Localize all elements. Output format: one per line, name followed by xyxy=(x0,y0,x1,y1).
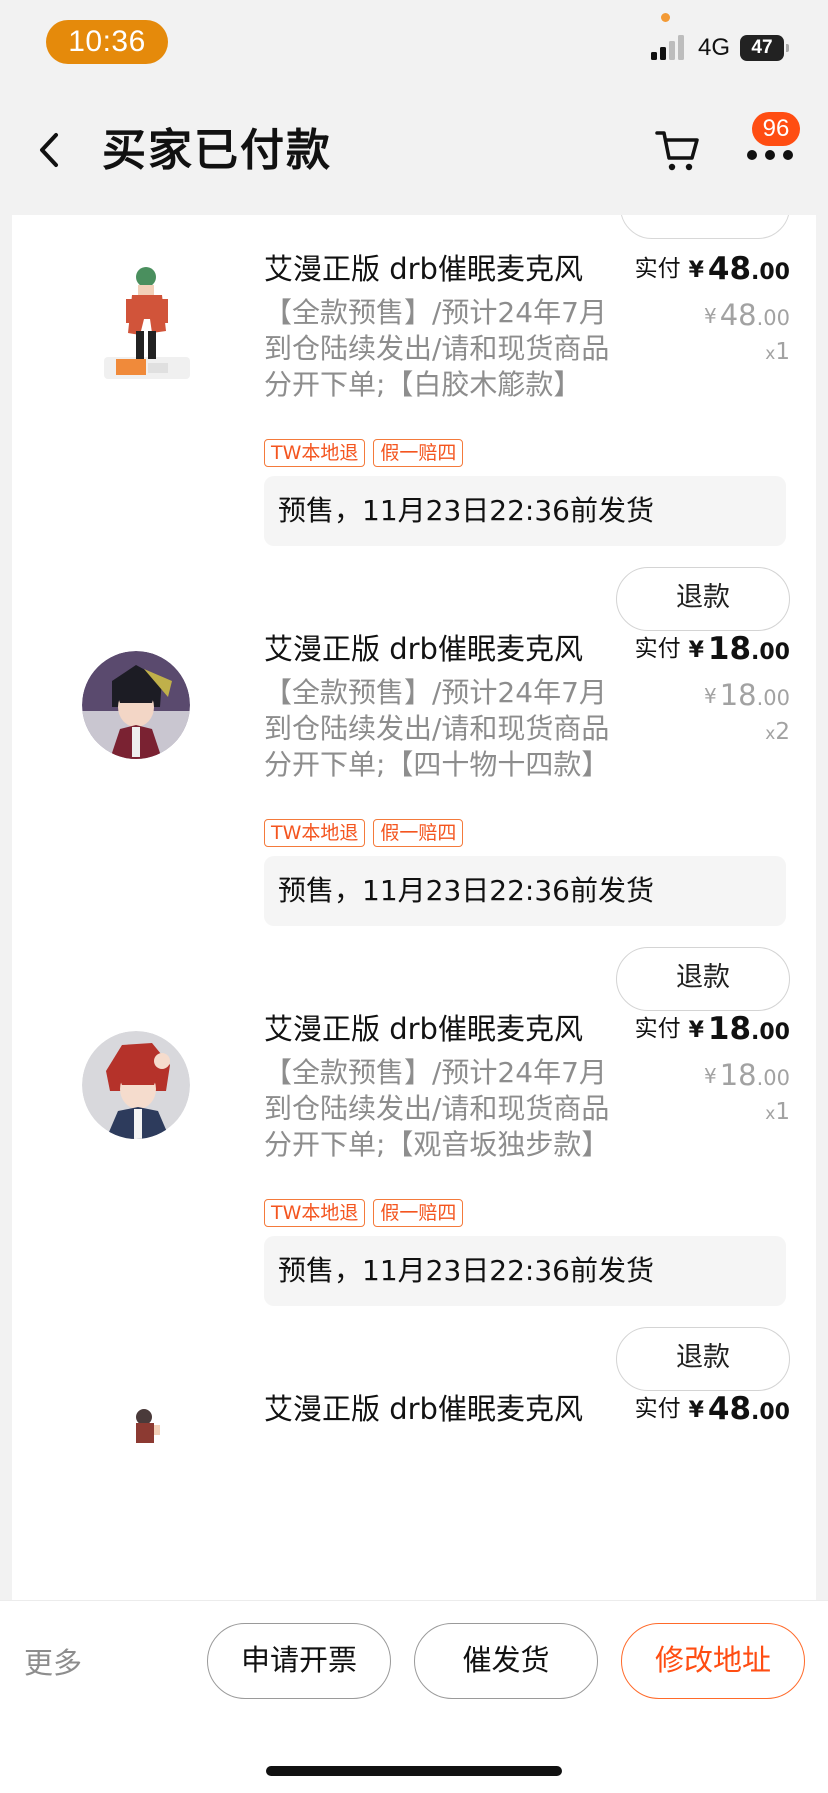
paid-price: 实付 ¥48.00 xyxy=(635,249,790,293)
local-return-tag: TW本地退 xyxy=(264,1199,366,1227)
service-tags: TW本地退 假一赔四 xyxy=(264,1199,471,1229)
order-item: 艾漫正版 drb催眠麦克风 实付 ¥48.00 xyxy=(12,1383,816,1605)
refund-button[interactable]: 退款 xyxy=(616,1327,790,1391)
price-decimal: .00 xyxy=(751,260,790,285)
back-icon[interactable] xyxy=(30,125,70,175)
status-bar: 10:36 4G 47 xyxy=(0,0,828,90)
order-item: 艾漫正版 drb催眠麦克风 实付 ¥48.00 ¥48.00 x1 【全款预售】/… xyxy=(12,243,816,677)
item-spec: 【全款预售】/预计24年7月到仓陆续发出/请和现货商品分开下单;【白胶木簓款】 xyxy=(264,296,610,401)
urge-shipping-button[interactable]: 催发货 xyxy=(414,1623,598,1699)
original-price-decimal: .00 xyxy=(756,686,790,710)
currency-symbol: ¥ xyxy=(688,258,704,283)
currency-symbol: ¥ xyxy=(703,684,717,708)
price-integer: 48 xyxy=(707,251,752,287)
service-tags: TW本地退 假一赔四 xyxy=(264,439,471,469)
change-address-button[interactable]: 修改地址 xyxy=(621,1623,805,1699)
original-price-integer: 18 xyxy=(719,678,757,712)
paid-label: 实付 xyxy=(634,1016,681,1042)
original-price: ¥18.00 xyxy=(704,1055,790,1098)
paid-label: 实付 xyxy=(634,1396,681,1422)
quantity: x1 xyxy=(765,1099,790,1125)
paid-price: 实付 ¥18.00 xyxy=(635,629,790,673)
page-title: 买家已付款 xyxy=(102,125,332,176)
currency-symbol: ¥ xyxy=(688,638,704,663)
bottom-action-bar: 更多 申请开票 催发货 修改地址 xyxy=(0,1600,828,1793)
original-price-integer: 18 xyxy=(719,1058,757,1092)
item-spec: 【全款预售】/预计24年7月到仓陆续发出/请和现货商品分开下单;【观音坂独步款】 xyxy=(264,1056,610,1161)
price-decimal: .00 xyxy=(751,1400,790,1425)
paid-label: 实付 xyxy=(634,636,681,662)
original-price-integer: 48 xyxy=(719,298,757,332)
item-spec: 【全款预售】/预计24年7月到仓陆续发出/请和现货商品分开下单;【四十物十四款】 xyxy=(264,676,610,781)
shipping-notice: 预售，11月23日22:36前发货 xyxy=(264,476,786,546)
order-item: 艾漫正版 drb催眠麦克风 实付 ¥18.00 ¥18.00 x2 【全款预售】/… xyxy=(12,623,816,1057)
currency-symbol: ¥ xyxy=(688,1398,704,1423)
item-title[interactable]: 艾漫正版 drb催眠麦克风 xyxy=(264,249,624,289)
refund-button[interactable]: 退款 xyxy=(616,947,790,1011)
battery-tip xyxy=(786,44,789,52)
order-item: 艾漫正版 drb催眠麦克风 实付 ¥18.00 ¥18.00 x1 【全款预售】/… xyxy=(12,1003,816,1437)
message-badge: 96 xyxy=(752,112,800,146)
quantity-value: 1 xyxy=(775,339,790,365)
original-price: ¥18.00 xyxy=(704,675,790,718)
battery-level: 47 xyxy=(740,35,784,61)
authenticity-tag: 假一赔四 xyxy=(373,1199,464,1227)
price-integer: 18 xyxy=(707,1011,752,1047)
status-time: 10:36 xyxy=(46,20,168,64)
battery-icon: 47 xyxy=(740,35,789,61)
paid-label: 实付 xyxy=(634,256,681,282)
local-return-tag: TW本地退 xyxy=(264,819,366,847)
local-return-tag: TW本地退 xyxy=(264,439,366,467)
quantity-value: 2 xyxy=(775,719,790,745)
item-title[interactable]: 艾漫正版 drb催眠麦克风 xyxy=(264,1389,624,1429)
request-invoice-button[interactable]: 申请开票 xyxy=(207,1623,391,1699)
original-price-decimal: .00 xyxy=(756,1066,790,1090)
original-price: ¥48.00 xyxy=(704,295,790,338)
currency-symbol: ¥ xyxy=(703,304,717,328)
price-decimal: .00 xyxy=(751,1020,790,1045)
order-items-card: 艾漫正版 drb催眠麦克风 实付 ¥48.00 ¥48.00 x1 【全款预售】/… xyxy=(12,215,816,1605)
authenticity-tag: 假一赔四 xyxy=(373,819,464,847)
quantity: x1 xyxy=(765,339,790,365)
paid-price: 实付 ¥18.00 xyxy=(635,1009,790,1053)
currency-symbol: ¥ xyxy=(703,1064,717,1088)
original-price-decimal: .00 xyxy=(756,306,790,330)
service-tags: TW本地退 假一赔四 xyxy=(264,819,471,849)
can-badge-thumbnail[interactable] xyxy=(82,1031,190,1139)
home-indicator[interactable] xyxy=(266,1766,562,1776)
authenticity-tag: 假一赔四 xyxy=(373,439,464,467)
paid-price: 实付 ¥48.00 xyxy=(635,1389,790,1433)
item-title[interactable]: 艾漫正版 drb催眠麦克风 xyxy=(264,629,624,669)
network-label: 4G xyxy=(698,34,731,61)
nav-header: 买家已付款 xyxy=(0,95,828,210)
mic-indicator-dot xyxy=(661,13,670,22)
shipping-notice: 预售，11月23日22:36前发货 xyxy=(264,856,786,926)
cart-icon[interactable] xyxy=(654,127,702,175)
acrylic-stand-thumbnail[interactable] xyxy=(82,259,214,391)
currency-symbol: ¥ xyxy=(688,1018,704,1043)
price-decimal: .00 xyxy=(751,640,790,665)
price-integer: 48 xyxy=(707,1391,752,1427)
refund-button[interactable]: 退款 xyxy=(616,567,790,631)
signal-icon xyxy=(651,35,684,60)
more-actions-link[interactable]: 更多 xyxy=(24,1643,82,1683)
shipping-notice: 预售，11月23日22:36前发货 xyxy=(264,1236,786,1306)
price-integer: 18 xyxy=(707,631,752,667)
acrylic-stand-thumbnail[interactable] xyxy=(82,1403,214,1535)
previous-refund-button[interactable] xyxy=(620,215,790,239)
can-badge-thumbnail[interactable] xyxy=(82,651,190,759)
item-title[interactable]: 艾漫正版 drb催眠麦克风 xyxy=(264,1009,624,1049)
quantity: x2 xyxy=(765,719,790,745)
quantity-value: 1 xyxy=(775,1099,790,1125)
